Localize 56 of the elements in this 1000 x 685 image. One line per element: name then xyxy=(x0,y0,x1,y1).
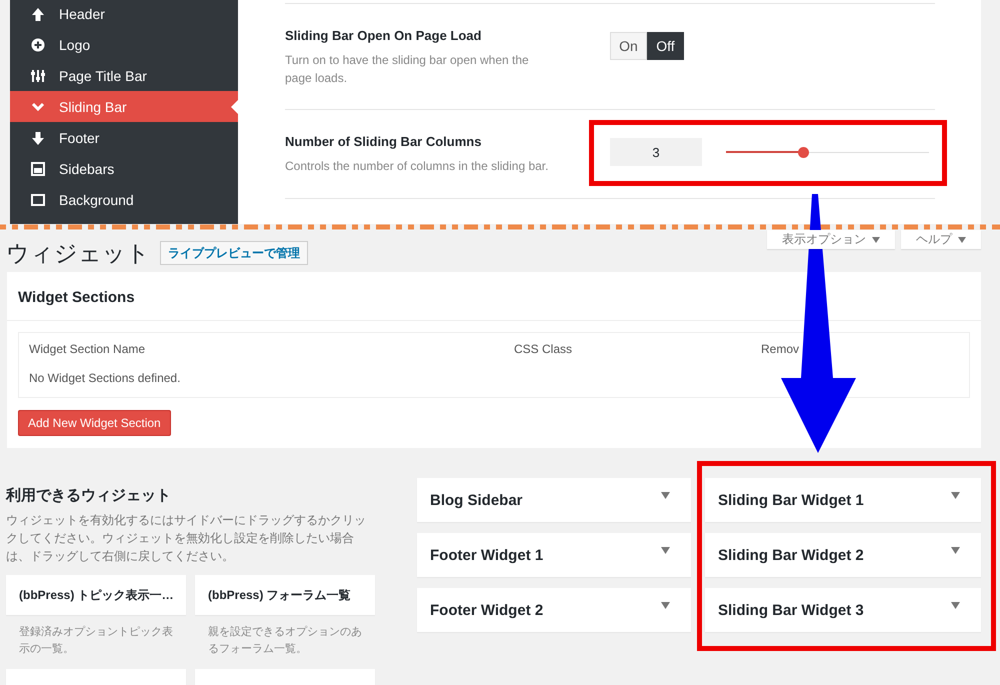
sidebar-item[interactable]: Header xyxy=(10,0,238,29)
sidebar-name: Sliding Bar Widget 3 xyxy=(718,602,864,618)
toggle-option[interactable]: On xyxy=(610,32,647,60)
monitor-icon xyxy=(31,192,45,206)
sidebar-item[interactable]: Background xyxy=(10,184,238,215)
sidebar-area[interactable]: Sliding Bar Widget 1 xyxy=(705,478,981,522)
caret-icon xyxy=(872,236,880,242)
column-header: Remov xyxy=(761,342,800,356)
caret-icon xyxy=(951,492,960,499)
add-section-button[interactable]: Add New Widget Section xyxy=(18,410,171,436)
sidebar-name: Footer Widget 2 xyxy=(430,602,544,618)
setting-description: Turn on to have the sliding bar open when the page loads. xyxy=(285,52,530,87)
caret-icon xyxy=(661,547,670,554)
caret-icon xyxy=(951,547,960,554)
sidebar-item[interactable]: Page Title Bar xyxy=(10,60,238,91)
column-header: CSS Class xyxy=(514,342,574,356)
sidebar-area[interactable]: Footer Widget 1 xyxy=(417,533,691,577)
sidebar-name: Sliding Bar Widget 2 xyxy=(718,546,864,564)
sidebar-name: Footer Widget 1 xyxy=(430,546,544,564)
sidebar-area[interactable]: Blog Sidebar xyxy=(417,478,691,522)
setting-title: Number of Sliding Bar Columns xyxy=(285,134,482,149)
screen-tab[interactable]: ヘルプ xyxy=(901,230,981,249)
setting-title: Sliding Bar Open On Page Load xyxy=(285,28,482,43)
number-field[interactable]: 3 xyxy=(610,138,702,166)
widget-description: 登録済みオプショントピック表示の一覧。 xyxy=(18,624,174,657)
arrow-down-icon xyxy=(31,130,45,144)
page-title: ウィジェット xyxy=(6,238,150,268)
sidebar-area[interactable]: Sliding Bar Widget 2 xyxy=(705,533,981,577)
section-description: ウィジェットを有効化するにはサイドバーにドラッグするかクリックしてください。ウィジェットを無効化し設定を削除したい場合は、ドラッグして右側に戻してください。 xyxy=(6,512,367,565)
empty-message: No Widget Sections defined. xyxy=(29,371,182,385)
toggle-option[interactable]: Off xyxy=(647,32,684,60)
widget-description: 親を設定できるオプションのあるフォーラム一覧。 xyxy=(207,624,363,657)
section-title: 利用できるウィジェット xyxy=(6,486,172,505)
arrow-up-icon xyxy=(31,6,45,20)
screen-tab[interactable]: 表示オプション xyxy=(767,230,895,249)
slider-thumb[interactable] xyxy=(798,147,810,158)
widget-item[interactable]: (bbPress) フォーラム一覧 xyxy=(195,575,375,615)
sidebar-item[interactable]: Sidebars xyxy=(10,153,238,184)
widget-item[interactable]: (bbPress) トピック表示一… xyxy=(6,575,186,615)
caret-icon xyxy=(951,602,960,609)
sidebar-name: Sliding Bar Widget 1 xyxy=(718,492,864,508)
sidebar-item[interactable]: Logo xyxy=(10,29,238,60)
setting-description: Controls the number of columns in the sliding bar. xyxy=(285,158,550,175)
caret-icon xyxy=(661,602,670,609)
sidebar-layout-icon xyxy=(31,162,45,176)
caret-icon xyxy=(661,492,670,499)
sidebar-area[interactable]: Footer Widget 2 xyxy=(417,588,691,632)
column-header: Widget Section Name xyxy=(29,342,146,356)
live-preview-button[interactable]: ライブプレビューで管理 xyxy=(160,241,308,265)
sidebar-item[interactable]: Footer xyxy=(10,122,238,153)
sidebar-item[interactable]: Sliding Bar xyxy=(10,91,238,122)
caret-icon xyxy=(958,236,966,242)
plus-circle-icon xyxy=(31,38,45,52)
sidebar-name: Blog Sidebar xyxy=(430,492,523,508)
sliders-icon xyxy=(31,68,45,82)
sidebar-area[interactable]: Sliding Bar Widget 3 xyxy=(705,588,981,632)
